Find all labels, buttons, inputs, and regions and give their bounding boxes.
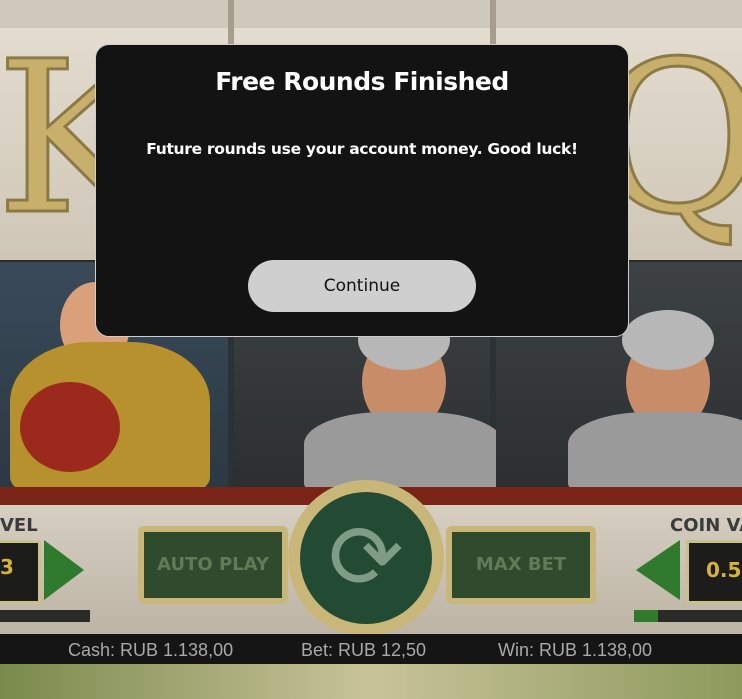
dialog-title: Free Rounds Finished xyxy=(215,67,509,96)
level-bar xyxy=(0,610,90,622)
coin-level-bar xyxy=(634,610,742,622)
coin-value-label: COIN VA xyxy=(670,515,742,536)
coin-level-fill xyxy=(634,610,658,622)
continue-button[interactable]: Continue xyxy=(248,260,476,312)
helmet-crest xyxy=(20,382,120,472)
dialog-message: Future rounds use your account money. Go… xyxy=(146,140,578,158)
coin-value: 0.50 xyxy=(706,558,742,582)
character-armor xyxy=(304,412,504,492)
max-bet-button[interactable]: MAX BET xyxy=(446,526,596,604)
refresh-arrows-icon: ⟳ xyxy=(328,505,404,610)
level-value: 3 xyxy=(0,555,14,579)
cash-balance: Cash: RUB 1.138,00 xyxy=(68,640,234,660)
free-rounds-dialog: Free Rounds Finished Future rounds use y… xyxy=(95,44,629,337)
level-increase-arrow-icon[interactable] xyxy=(44,540,84,600)
helmet xyxy=(622,310,714,370)
character-armor xyxy=(568,412,742,492)
level-label: VEL xyxy=(0,515,38,536)
spin-button[interactable]: ⟳ xyxy=(300,492,432,624)
win-amount: Win: RUB 1.138,00 xyxy=(498,640,653,660)
coin-decrease-arrow-icon[interactable] xyxy=(636,540,680,600)
auto-play-button[interactable]: AUTO PLAY xyxy=(138,526,288,604)
bottom-scenery xyxy=(0,664,742,699)
bet-amount: Bet: RUB 12,50 xyxy=(301,640,427,660)
